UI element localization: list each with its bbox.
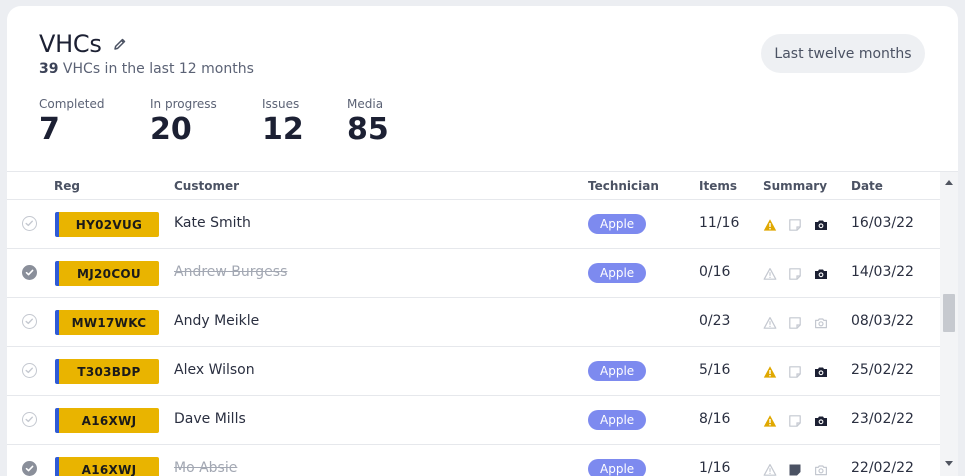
- row-date: 14/03/22: [851, 264, 914, 280]
- customer-name[interactable]: Mo Absie: [174, 460, 237, 476]
- row-date: 23/02/22: [851, 411, 914, 427]
- stat-value: 7: [39, 112, 60, 147]
- scroll-up-arrow-icon[interactable]: [945, 180, 953, 185]
- reg-plate[interactable]: A16XWJ: [55, 408, 159, 433]
- table-row[interactable]: MJ20COU Andrew Burgess Apple 0/16 14/03/22: [7, 249, 940, 298]
- column-header-date[interactable]: Date: [851, 179, 883, 193]
- camera-icon: [814, 315, 828, 329]
- vhc-card: VHCs 39 VHCs in the last 12 months Last …: [7, 6, 958, 476]
- reg-plate[interactable]: A16XWJ: [55, 457, 159, 476]
- table-row[interactable]: A16XWJ Mo Absie Apple 1/16 22/02/22: [7, 445, 940, 476]
- stat-value: 12: [262, 112, 304, 147]
- row-date: 25/02/22: [851, 362, 914, 378]
- date-range-button[interactable]: Last twelve months: [761, 34, 925, 73]
- items-count: 8/16: [699, 411, 731, 427]
- check-circle-icon[interactable]: [22, 461, 37, 476]
- warning-triangle-icon: [763, 315, 777, 329]
- technician-badge: Apple: [588, 214, 647, 234]
- technician-badge: Apple: [588, 410, 647, 430]
- customer-name[interactable]: Andy Meikle: [174, 313, 259, 329]
- stat-label: In progress: [150, 97, 217, 111]
- camera-icon: [814, 462, 828, 476]
- technician-badge: Apple: [588, 263, 647, 283]
- camera-icon: [814, 413, 828, 427]
- row-date: 08/03/22: [851, 313, 914, 329]
- vhc-count-subtitle: 39 VHCs in the last 12 months: [39, 61, 254, 77]
- note-icon: [788, 217, 802, 231]
- items-count: 0/23: [699, 313, 731, 329]
- vhc-table: Reg Customer Technician Items Summary Da…: [7, 171, 958, 476]
- warning-triangle-icon: [763, 266, 777, 280]
- table-row[interactable]: MW17WKC Andy Meikle 0/23 08/03/22: [7, 298, 940, 347]
- column-header-summary[interactable]: Summary: [763, 179, 827, 193]
- stat-value: 85: [347, 112, 389, 147]
- stat-issues: Issues 12: [262, 97, 304, 147]
- stat-label: Media: [347, 97, 384, 111]
- camera-icon: [814, 266, 828, 280]
- check-circle-icon[interactable]: [22, 314, 37, 329]
- table-row[interactable]: HY02VUG Kate Smith Apple 11/16 16/03/22: [7, 200, 940, 249]
- column-header-technician[interactable]: Technician: [588, 179, 659, 193]
- note-icon: [788, 413, 802, 427]
- stat-in-progress: In progress 20: [150, 97, 217, 147]
- note-icon: [788, 266, 802, 280]
- column-header-customer[interactable]: Customer: [174, 179, 239, 193]
- pencil-icon[interactable]: [112, 36, 128, 52]
- check-circle-icon[interactable]: [22, 412, 37, 427]
- table-header: Reg Customer Technician Items Summary Da…: [7, 172, 940, 200]
- reg-plate[interactable]: MJ20COU: [55, 261, 159, 286]
- column-header-items[interactable]: Items: [699, 179, 737, 193]
- reg-plate[interactable]: HY02VUG: [55, 212, 159, 237]
- warning-triangle-icon: [763, 364, 777, 378]
- column-header-reg[interactable]: Reg: [54, 179, 80, 193]
- stat-media: Media 85: [347, 97, 389, 147]
- row-date: 22/02/22: [851, 460, 914, 476]
- items-count: 5/16: [699, 362, 731, 378]
- customer-name[interactable]: Andrew Burgess: [174, 264, 287, 280]
- camera-icon: [814, 217, 828, 231]
- table-row[interactable]: T303BDP Alex Wilson Apple 5/16 25/02/22: [7, 347, 940, 396]
- customer-name[interactable]: Kate Smith: [174, 215, 251, 231]
- vhc-count: 39: [39, 61, 59, 77]
- check-circle-icon[interactable]: [22, 363, 37, 378]
- check-circle-icon[interactable]: [22, 265, 37, 280]
- stat-label: Completed: [39, 97, 105, 111]
- row-date: 16/03/22: [851, 215, 914, 231]
- page-title: VHCs: [39, 30, 102, 58]
- customer-name[interactable]: Dave Mills: [174, 411, 246, 427]
- customer-name[interactable]: Alex Wilson: [174, 362, 255, 378]
- camera-icon: [814, 364, 828, 378]
- check-circle-icon[interactable]: [22, 216, 37, 231]
- items-count: 11/16: [699, 215, 740, 231]
- reg-plate[interactable]: T303BDP: [55, 359, 159, 384]
- stat-completed: Completed 7: [39, 97, 104, 147]
- reg-plate[interactable]: MW17WKC: [55, 310, 159, 335]
- warning-triangle-icon: [763, 462, 777, 476]
- scroll-down-arrow-icon[interactable]: [945, 461, 953, 466]
- technician-badge: Apple: [588, 459, 647, 476]
- items-count: 1/16: [699, 460, 731, 476]
- stat-value: 20: [150, 112, 192, 147]
- vhc-count-text: VHCs in the last 12 months: [58, 61, 254, 77]
- warning-triangle-icon: [763, 413, 777, 427]
- items-count: 0/16: [699, 264, 731, 280]
- note-icon: [788, 315, 802, 329]
- note-icon: [788, 462, 802, 476]
- scroll-thumb[interactable]: [943, 294, 955, 332]
- technician-badge: Apple: [588, 361, 647, 381]
- stat-label: Issues: [262, 97, 300, 111]
- warning-triangle-icon: [763, 217, 777, 231]
- title-row: VHCs: [39, 30, 128, 58]
- note-icon: [788, 364, 802, 378]
- vertical-scrollbar[interactable]: [940, 172, 958, 476]
- table-row[interactable]: A16XWJ Dave Mills Apple 8/16 23/02/22: [7, 396, 940, 445]
